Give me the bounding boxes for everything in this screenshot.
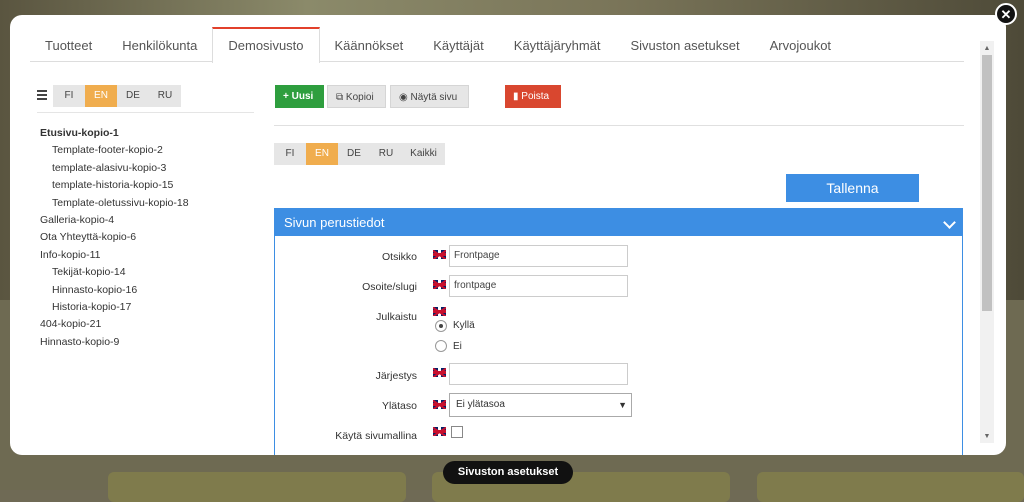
chevron-down-icon[interactable] — [943, 216, 956, 229]
parent-label: Ylätaso — [381, 400, 417, 412]
copy-button[interactable]: ⧉ Kopioi — [327, 85, 386, 108]
slug-input[interactable]: frontpage — [449, 275, 628, 297]
eye-icon: ◉ — [399, 92, 411, 103]
scrollbar[interactable]: ▲ ▼ — [980, 41, 994, 443]
edit-lang-fi[interactable]: FI — [274, 143, 306, 165]
uk-flag-icon — [433, 400, 446, 409]
order-input[interactable] — [449, 363, 628, 385]
tree-item[interactable]: Tekijät-kopio-14 — [40, 264, 189, 281]
tab-demosivusto[interactable]: Demosivusto — [212, 27, 320, 63]
slug-label: Osoite/slugi — [362, 281, 417, 293]
scroll-up-icon[interactable]: ▲ — [980, 43, 994, 53]
new-button[interactable]: + Uusi — [275, 85, 324, 108]
background-card — [108, 472, 406, 502]
left-lang-fi[interactable]: FI — [53, 85, 85, 107]
tab-kaannokset[interactable]: Käännökset — [320, 27, 419, 62]
tree-item[interactable]: Historia-kopio-17 — [40, 299, 189, 316]
edit-language-selector: FI EN DE RU Kaikki — [274, 143, 445, 165]
uk-flag-icon — [433, 250, 446, 259]
tree-item[interactable]: template-historia-kopio-15 — [40, 177, 189, 194]
scrollbar-thumb[interactable] — [982, 55, 992, 311]
edit-lang-en[interactable]: EN — [306, 143, 338, 165]
edit-lang-all[interactable]: Kaikki — [402, 143, 445, 165]
left-lang-de[interactable]: DE — [117, 85, 149, 107]
tab-henkilokunta[interactable]: Henkilökunta — [107, 27, 212, 62]
left-lang-ru[interactable]: RU — [149, 85, 181, 107]
published-yes-radio[interactable] — [435, 320, 447, 332]
published-no-label: Ei — [453, 341, 462, 352]
uk-flag-icon — [433, 368, 446, 377]
background-card — [757, 472, 1024, 502]
uk-flag-icon — [433, 280, 446, 289]
published-no-radio[interactable] — [435, 340, 447, 352]
tree-item[interactable]: template-alasivu-kopio-3 — [40, 160, 189, 177]
title-input[interactable]: Frontpage — [449, 245, 628, 267]
tree-item[interactable]: 404-kopio-21 — [40, 316, 189, 333]
tab-sivuston-asetukset[interactable]: Sivuston asetukset — [615, 27, 754, 62]
scroll-down-icon[interactable]: ▼ — [980, 431, 994, 441]
published-label: Julkaistu — [376, 311, 417, 323]
divider — [274, 125, 964, 126]
page-tree: Etusivu-kopio-1 Template-footer-kopio-2 … — [40, 125, 189, 351]
delete-label: Poista — [521, 91, 550, 102]
modal-dialog: Tuotteet Henkilökunta Demosivusto Käännö… — [10, 15, 1006, 455]
parent-select[interactable]: Ei ylätasoa ▼ — [449, 393, 632, 417]
title-label: Otsikko — [381, 251, 417, 263]
tree-item[interactable]: Hinnasto-kopio-16 — [40, 282, 189, 299]
template-label: Käytä sivumallina — [335, 430, 417, 442]
save-button[interactable]: Tallenna — [786, 174, 919, 202]
edit-lang-de[interactable]: DE — [338, 143, 370, 165]
panel-title: Sivun perustiedot — [284, 215, 385, 230]
tree-item[interactable]: Hinnasto-kopio-9 — [40, 334, 189, 351]
tree-item[interactable]: Info-kopio-11 — [40, 247, 189, 264]
left-header: FI EN DE RU — [37, 85, 254, 113]
dropdown-arrow-icon: ▼ — [618, 400, 627, 410]
edit-lang-ru[interactable]: RU — [370, 143, 402, 165]
tree-item[interactable]: Template-footer-kopio-2 — [40, 142, 189, 159]
tab-tuotteet[interactable]: Tuotteet — [30, 27, 107, 62]
hamburger-menu-icon[interactable] — [37, 88, 49, 102]
delete-button[interactable]: ▮ Poista — [505, 85, 561, 108]
tree-item[interactable]: Template-oletussivu-kopio-18 — [40, 195, 189, 212]
tab-arvojoukot[interactable]: Arvojoukot — [755, 27, 846, 62]
uk-flag-icon — [433, 427, 446, 436]
tab-kayttajat[interactable]: Käyttäjät — [418, 27, 499, 62]
tab-kayttajaryhmat[interactable]: Käyttäjäryhmät — [499, 27, 616, 62]
tree-item[interactable]: Galleria-kopio-4 — [40, 212, 189, 229]
left-language-selector: FI EN DE RU — [53, 85, 181, 107]
show-page-label: Näytä sivu — [410, 92, 458, 103]
site-settings-button[interactable]: Sivuston asetukset — [443, 461, 573, 484]
close-icon[interactable]: ✕ — [995, 3, 1017, 25]
tree-item[interactable]: Etusivu-kopio-1 — [40, 125, 189, 142]
order-label: Järjestys — [375, 370, 417, 382]
copy-icon: ⧉ — [336, 92, 346, 103]
published-yes-label: Kyllä — [453, 320, 475, 331]
show-page-button[interactable]: ◉ Näytä sivu — [390, 85, 469, 108]
template-checkbox[interactable] — [451, 426, 463, 438]
copy-label: Kopioi — [345, 92, 374, 103]
panel-header[interactable]: Sivun perustiedot — [275, 209, 962, 236]
tab-bar: Tuotteet Henkilökunta Demosivusto Käännö… — [30, 27, 964, 63]
parent-select-value: Ei ylätasoa — [456, 399, 505, 410]
left-lang-en[interactable]: EN — [85, 85, 117, 107]
uk-flag-icon — [433, 307, 446, 316]
tree-item[interactable]: Ota Yhteyttä-kopio-6 — [40, 229, 189, 246]
